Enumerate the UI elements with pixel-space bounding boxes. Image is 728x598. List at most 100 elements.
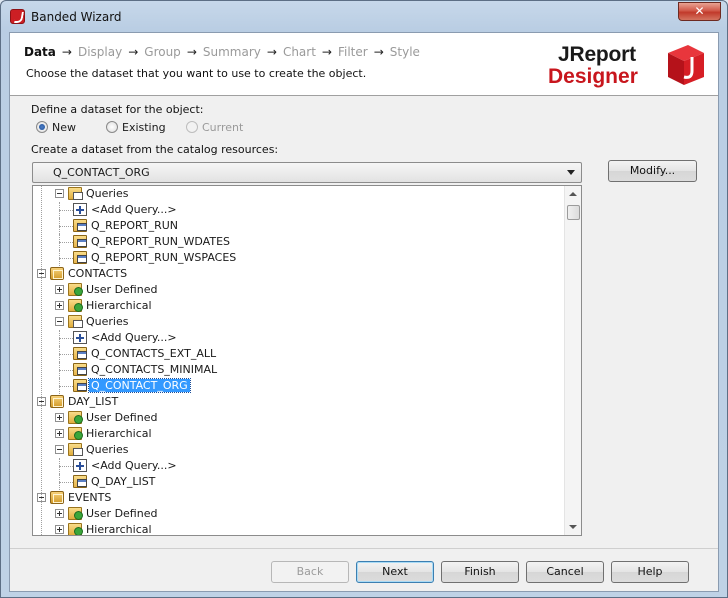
tree-item-label: Q_REPORT_RUN <box>91 219 179 232</box>
modify-button[interactable]: Modify... <box>608 160 697 182</box>
catalog-icon <box>50 267 64 280</box>
tree-row[interactable]: Queries <box>33 186 563 202</box>
tree-row[interactable]: <Add Query...> <box>33 202 563 218</box>
tree-row[interactable]: Hierarchical <box>33 426 563 442</box>
finish-button[interactable]: Finish <box>441 561 519 583</box>
tree-row[interactable]: Q_CONTACTS_EXT_ALL <box>33 346 563 362</box>
query-icon <box>73 363 87 376</box>
tree-guide-line <box>59 370 73 371</box>
tree-row[interactable]: DAY_LIST <box>33 394 563 410</box>
tree-row[interactable]: Queries <box>33 442 563 458</box>
wizard-window: Banded Wizard ✕ Data → Display → Group → Summa… <box>0 0 728 598</box>
scroll-up-arrow-icon[interactable] <box>569 192 577 196</box>
tree-row[interactable]: EVENTS <box>33 490 563 506</box>
tree-guide-line <box>59 242 73 243</box>
step-arrow-icon: → <box>266 45 277 59</box>
tree-row[interactable]: Q_REPORT_RUN_WDATES <box>33 234 563 250</box>
catalog-tree[interactable]: Queries <Add Query...> Q_REPORT_RUN Q_REPOR… <box>32 185 582 536</box>
radio-dot-icon <box>36 121 48 133</box>
folder-icon <box>68 427 83 440</box>
collapse-icon[interactable] <box>55 317 64 326</box>
tree-item-label: Hierarchical <box>86 427 152 440</box>
expand-icon[interactable] <box>55 429 64 438</box>
tree-guide-line <box>59 354 73 355</box>
add-query-icon <box>73 203 87 216</box>
jreport-app-icon <box>10 9 25 24</box>
tree-item-label: Q_CONTACT_ORG <box>88 378 191 393</box>
collapse-icon[interactable] <box>55 445 64 454</box>
expand-icon[interactable] <box>55 509 64 518</box>
tree-guide-line <box>59 258 73 259</box>
help-button[interactable]: Help <box>611 561 689 583</box>
step-filter: Filter <box>337 45 368 59</box>
tree-item-label: CONTACTS <box>68 267 128 280</box>
catalog-resources-label: Create a dataset from the catalog resour… <box>31 143 279 156</box>
step-arrow-icon: → <box>373 45 384 59</box>
tree-item-label: Hierarchical <box>86 299 152 312</box>
back-button[interactable]: Back <box>271 561 349 583</box>
cancel-button[interactable]: Cancel <box>526 561 604 583</box>
queries-icon <box>68 315 83 328</box>
define-dataset-label: Define a dataset for the object: <box>31 103 204 116</box>
tree-row[interactable]: <Add Query...> <box>33 458 563 474</box>
folder-icon <box>68 411 83 424</box>
tree-row[interactable]: <Add Query...> <box>33 330 563 346</box>
query-icon <box>73 475 87 488</box>
tree-row[interactable]: Queries <box>33 314 563 330</box>
tree-row[interactable]: Q_CONTACTS_MINIMAL <box>33 362 563 378</box>
radio-new-label: New <box>52 121 76 134</box>
tree-row[interactable]: Hierarchical <box>33 522 563 536</box>
tree-item-label: User Defined <box>86 283 158 296</box>
query-dropdown[interactable]: Q_CONTACT_ORG <box>32 162 582 183</box>
tree-row[interactable]: Q_REPORT_RUN_WSPACES <box>33 250 563 266</box>
tree-item-label: Queries <box>86 315 129 328</box>
tree-item-label: Hierarchical <box>86 523 152 536</box>
step-display: Display <box>77 45 123 59</box>
expand-icon[interactable] <box>55 525 64 534</box>
step-summary: Summary <box>202 45 261 59</box>
next-button[interactable]: Next <box>356 561 434 583</box>
tree-guide-line <box>59 338 73 339</box>
tree-row[interactable]: Q_REPORT_RUN <box>33 218 563 234</box>
tree-scrollbar[interactable] <box>564 186 581 535</box>
expand-icon[interactable] <box>55 301 64 310</box>
folder-icon <box>68 507 83 520</box>
tree-row[interactable]: User Defined <box>33 410 563 426</box>
radio-new[interactable]: New <box>36 121 76 134</box>
query-dropdown-value: Q_CONTACT_ORG <box>53 166 150 179</box>
query-icon <box>73 379 87 392</box>
radio-existing[interactable]: Existing <box>106 121 166 134</box>
expand-icon[interactable] <box>55 285 64 294</box>
step-group: Group <box>144 45 181 59</box>
tree-guide-line <box>59 466 73 467</box>
queries-icon <box>68 443 83 456</box>
tree-item-label: <Add Query...> <box>91 331 177 344</box>
tree-row[interactable]: Q_DAY_LIST <box>33 474 563 490</box>
collapse-icon[interactable] <box>55 189 64 198</box>
radio-dot-icon <box>186 121 198 133</box>
jreport-designer-logo: JReport Designer <box>548 41 708 93</box>
tree-row[interactable]: User Defined <box>33 506 563 522</box>
scroll-thumb[interactable] <box>567 205 580 220</box>
tree-row[interactable]: Hierarchical <box>33 298 563 314</box>
expand-icon[interactable] <box>55 413 64 422</box>
query-icon <box>73 235 87 248</box>
tree-row[interactable]: CONTACTS <box>33 266 563 282</box>
title-bar[interactable]: Banded Wizard ✕ <box>1 1 727 32</box>
dropdown-arrow-icon[interactable] <box>567 170 575 175</box>
step-chart: Chart <box>282 45 316 59</box>
tree-item-label: EVENTS <box>68 491 112 504</box>
scroll-down-arrow-icon[interactable] <box>569 525 577 529</box>
tree-item-label: Queries <box>86 443 129 456</box>
tree-row[interactable]: Q_CONTACT_ORG <box>33 378 563 394</box>
tree-guide-line <box>59 386 73 387</box>
tree-row[interactable]: User Defined <box>33 282 563 298</box>
tree-item-label: <Add Query...> <box>91 459 177 472</box>
tree-item-label: Queries <box>86 187 129 200</box>
tree-guide-line <box>59 226 73 227</box>
header-divider <box>10 95 718 96</box>
close-button[interactable]: ✕ <box>678 2 721 21</box>
add-query-icon <box>73 459 87 472</box>
tree-guide-line <box>41 186 42 535</box>
step-breadcrumb: Data → Display → Group → Summary → Chart → Filter →… <box>24 45 420 59</box>
